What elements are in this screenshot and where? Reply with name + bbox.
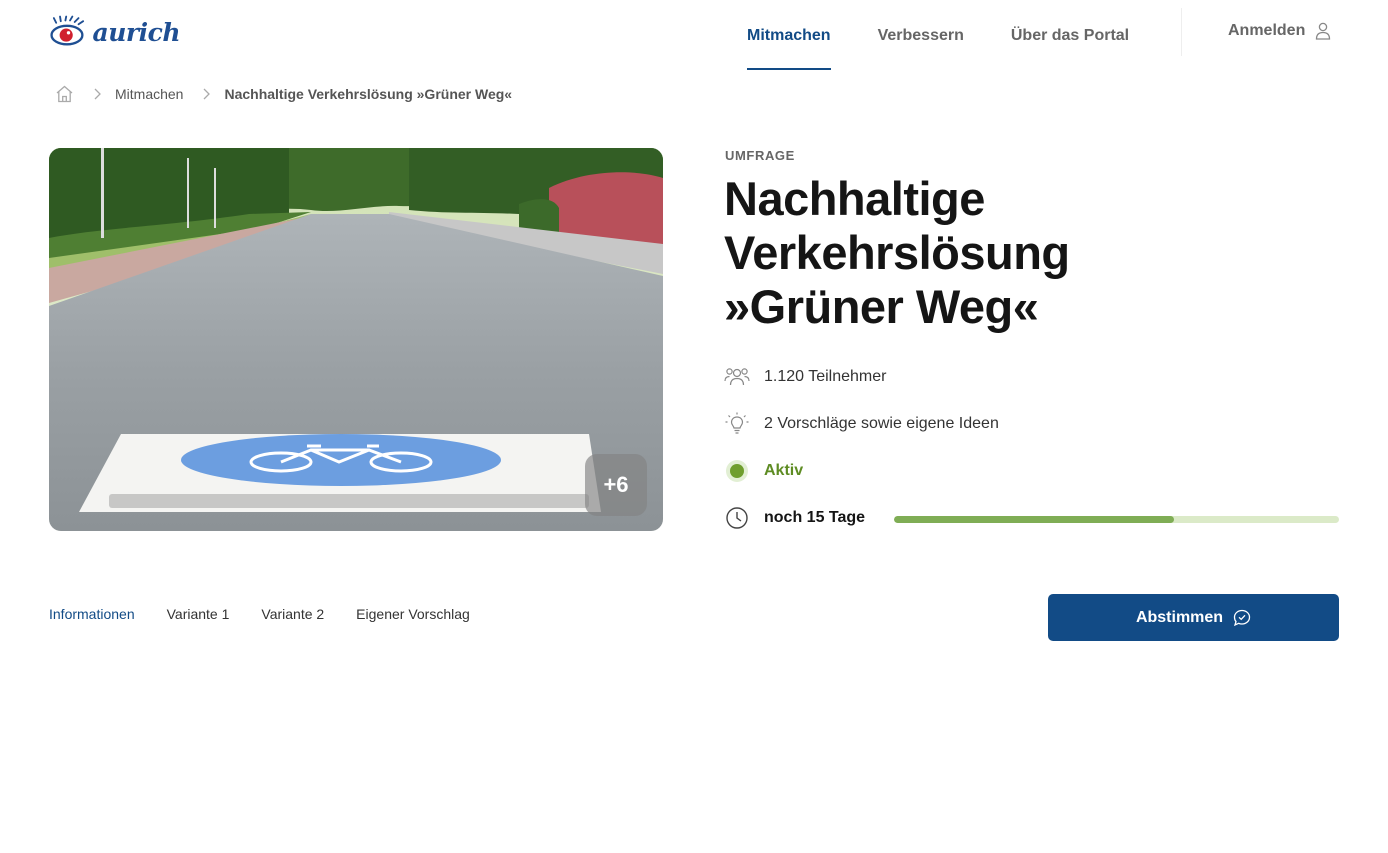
remaining-days: noch 15 Tage [764,509,866,526]
project-image[interactable]: +6 [49,148,663,531]
status-row: Aktiv [724,458,803,484]
user-icon [1316,22,1331,40]
remaining-row: noch 15 Tage [724,505,865,531]
proposals-info: 2 Vorschläge sowie eigene Ideen [764,415,999,432]
status-dot-icon [724,458,750,484]
login-link[interactable]: Anmelden [1228,0,1331,62]
breadcrumb-current: Nachhaltige Verkehrslösung »Grüner Weg« [224,86,513,102]
tab-variante-1[interactable]: Variante 1 [167,606,230,622]
chevron-right-icon [203,88,211,100]
tab-eigener-vorschlag[interactable]: Eigener Vorschlag [356,606,470,622]
logo-wordmark: aurich [92,17,181,47]
login-label: Anmelden [1228,22,1306,39]
eye-logo-icon [50,15,85,46]
page: aurich Mitmachen Verbessern Über das Por… [0,0,1388,853]
participants-count: 1.120 Teilnehmer [764,368,887,385]
chat-check-icon [1233,609,1251,626]
content-tabs: Informationen Variante 1 Variante 2 Eige… [49,606,502,622]
site-header: aurich Mitmachen Verbessern Über das Por… [0,0,1388,72]
time-progress-bar [894,516,1339,523]
proposals-row: 2 Vorschläge sowie eigene Ideen [724,411,999,437]
nav-item-label: Verbessern [877,27,964,44]
nav-divider [1181,8,1182,56]
tab-informationen[interactable]: Informationen [49,606,135,622]
clock-icon [724,505,750,531]
logo[interactable]: aurich [50,10,181,54]
lightbulb-icon [724,411,750,437]
nav-item-verbessern[interactable]: Verbessern [878,0,964,72]
project-type: UMFRAGE [725,148,795,163]
title-line: Nachhaltige [724,172,985,225]
vote-button[interactable]: Abstimmen [1048,594,1339,641]
nav-item-ueber-das-portal[interactable]: Über das Portal [1011,0,1129,72]
nav-item-mitmachen[interactable]: Mitmachen [747,0,831,72]
home-icon[interactable] [55,85,74,103]
chevron-right-icon [94,88,101,100]
nav-item-label: Über das Portal [1010,27,1130,44]
main-nav: Mitmachen Verbessern Über das Portal [730,0,1129,72]
status-badge: Aktiv [764,462,804,479]
title-line: Verkehrslösung [724,226,1070,279]
time-progress-fill [894,516,1175,523]
tab-variante-2[interactable]: Variante 2 [261,606,324,622]
vote-button-label: Abstimmen [1135,608,1224,626]
more-images-badge[interactable]: +6 [585,454,647,516]
participants-row: 1.120 Teilnehmer [724,364,886,390]
nav-item-label: Mitmachen [747,27,831,44]
title-line: »Grüner Weg« [724,280,1039,333]
breadcrumb-item-mitmachen[interactable]: Mitmachen [115,86,183,102]
users-icon [724,364,750,390]
road-photo [49,148,663,531]
page-title: Nachhaltige Verkehrslösung »Grüner Weg« [724,172,1324,334]
breadcrumb: Mitmachen Nachhaltige Verkehrslösung »Gr… [55,82,512,106]
